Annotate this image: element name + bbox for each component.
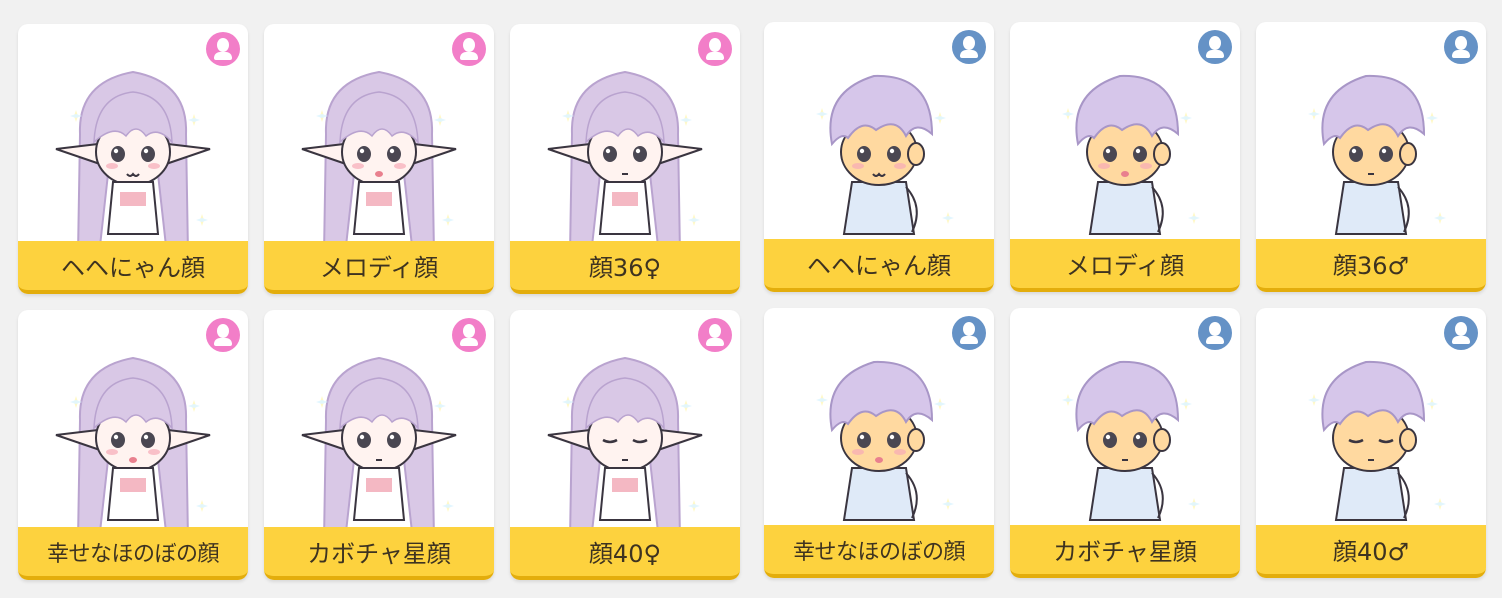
face-name-label: カボチャ星顔 (264, 527, 494, 580)
face-card[interactable]: 顔40♀ (510, 310, 740, 580)
face-name-label: 顔36♂ (1256, 239, 1486, 292)
face-name-label: 幸せなほのぼの顔 (18, 527, 248, 580)
female-user-icon (698, 318, 732, 352)
face-name-label: カボチャ星顔 (1010, 525, 1240, 578)
face-card[interactable]: ヘヘにゃん顔 (18, 24, 248, 294)
face-gallery: ヘヘにゃん顔 メロディ顔 顔36♀ ヘヘにゃん顔 メロディ顔 顔36♂ 幸せなほ… (0, 0, 1502, 598)
face-name-label: メロディ顔 (1010, 239, 1240, 292)
face-card[interactable]: 顔40♂ (1256, 308, 1486, 578)
face-name-label: 顔40♀ (510, 527, 740, 580)
face-name-label: 幸せなほのぼの顔 (764, 525, 994, 578)
face-card[interactable]: カボチャ星顔 (1010, 308, 1240, 578)
male-user-icon (952, 316, 986, 350)
face-card[interactable]: メロディ顔 (1010, 22, 1240, 292)
male-user-icon (952, 30, 986, 64)
face-card[interactable]: 幸せなほのぼの顔 (764, 308, 994, 578)
face-name-label: 顔40♂ (1256, 525, 1486, 578)
face-card[interactable]: 顔36♀ (510, 24, 740, 294)
face-name-label: メロディ顔 (264, 241, 494, 294)
face-card[interactable]: 幸せなほのぼの顔 (18, 310, 248, 580)
female-user-icon (206, 32, 240, 66)
face-name-label: ヘヘにゃん顔 (18, 241, 248, 294)
male-user-icon (1444, 316, 1478, 350)
face-card[interactable]: カボチャ星顔 (264, 310, 494, 580)
female-user-icon (206, 318, 240, 352)
face-card[interactable]: ヘヘにゃん顔 (764, 22, 994, 292)
female-user-icon (452, 32, 486, 66)
face-name-label: 顔36♀ (510, 241, 740, 294)
female-user-icon (698, 32, 732, 66)
female-user-icon (452, 318, 486, 352)
male-user-icon (1198, 316, 1232, 350)
male-user-icon (1198, 30, 1232, 64)
male-user-icon (1444, 30, 1478, 64)
face-name-label: ヘヘにゃん顔 (764, 239, 994, 292)
face-card[interactable]: メロディ顔 (264, 24, 494, 294)
face-card[interactable]: 顔36♂ (1256, 22, 1486, 292)
